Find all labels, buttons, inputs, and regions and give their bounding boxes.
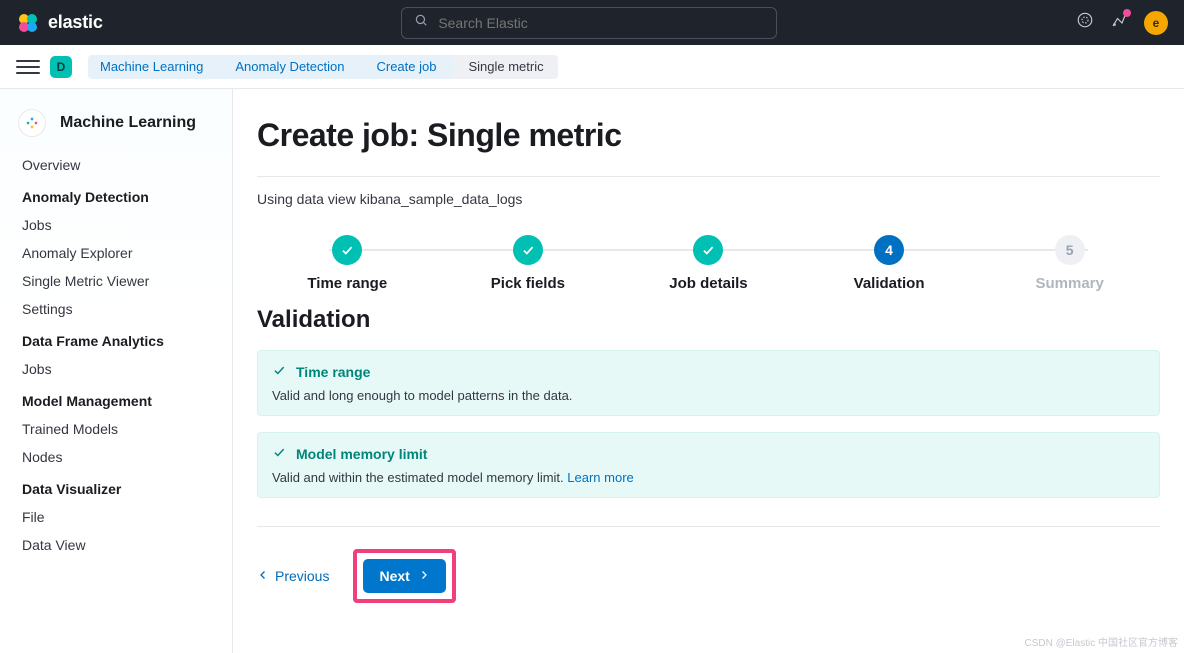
side-nav-header: Machine Learning (0, 109, 232, 151)
callout-time-range: Time range Valid and long enough to mode… (257, 350, 1160, 416)
sidebar-group-model-management: Model Management (0, 383, 232, 415)
sidebar-item-anomaly-explorer[interactable]: Anomaly Explorer (0, 239, 232, 267)
user-avatar[interactable]: e (1144, 11, 1168, 35)
sidebar-item-file[interactable]: File (0, 503, 232, 531)
wizard-nav: Previous Next (257, 549, 1160, 603)
step-label: Summary (1035, 275, 1103, 292)
brand-name: elastic (48, 12, 103, 33)
data-view-text: Using data view kibana_sample_data_logs (257, 191, 1160, 207)
breadcrumb-single-metric: Single metric (450, 55, 557, 79)
sidebar-item-jobs[interactable]: Jobs (0, 211, 232, 239)
sidebar-item-trained-models[interactable]: Trained Models (0, 415, 232, 443)
watermark: CSDN @Elastic 中国社区官方博客 (1025, 634, 1179, 649)
nav-toggle-button[interactable] (16, 55, 40, 79)
step-circle: 5 (1055, 235, 1085, 265)
callout-header: Time range (272, 363, 1145, 380)
avatar-letter: e (1153, 16, 1160, 30)
divider (257, 526, 1160, 527)
check-icon (272, 445, 286, 462)
previous-label: Previous (275, 568, 329, 584)
breadcrumb-label: Create job (376, 59, 436, 74)
callout-body: Valid and long enough to model patterns … (272, 388, 1145, 403)
elastic-logo-icon (16, 11, 40, 35)
callout-header: Model memory limit (272, 445, 1145, 462)
step-label: Job details (669, 275, 747, 292)
step-summary: 5 Summary (979, 235, 1160, 292)
breadcrumb-label: Machine Learning (100, 59, 203, 74)
step-circle (693, 235, 723, 265)
newsfeed-icon[interactable] (1110, 11, 1128, 34)
step-circle (332, 235, 362, 265)
main-content: Create job: Single metric Using data vie… (233, 89, 1184, 653)
step-time-range[interactable]: Time range (257, 235, 438, 292)
side-nav: Machine Learning Overview Anomaly Detect… (0, 89, 233, 653)
breadcrumb-label: Single metric (468, 59, 543, 74)
callout-body-text: Valid and within the estimated model mem… (272, 470, 567, 485)
section-title: Validation (257, 306, 1160, 334)
breadcrumb: Machine Learning Anomaly Detection Creat… (88, 55, 558, 79)
next-button-highlight: Next (353, 549, 455, 603)
search-icon (414, 13, 428, 32)
chevron-left-icon (257, 568, 269, 584)
sidebar-group-data-visualizer: Data Visualizer (0, 471, 232, 503)
sidebar-item-single-metric-viewer[interactable]: Single Metric Viewer (0, 267, 232, 295)
previous-button[interactable]: Previous (257, 568, 329, 584)
step-job-details[interactable]: Job details (618, 235, 799, 292)
page-title: Create job: Single metric (257, 117, 1160, 154)
step-circle (513, 235, 543, 265)
search-input[interactable] (438, 15, 764, 31)
brand-logo[interactable]: elastic (16, 11, 103, 35)
global-header: elastic e (0, 0, 1184, 45)
breadcrumb-anomaly-detection[interactable]: Anomaly Detection (217, 55, 358, 79)
sidebar-group-anomaly-detection: Anomaly Detection (0, 179, 232, 211)
page-body: Machine Learning Overview Anomaly Detect… (0, 89, 1184, 653)
sidebar-item-data-view[interactable]: Data View (0, 531, 232, 559)
step-label: Validation (854, 275, 925, 292)
global-search-wrap (115, 7, 1064, 39)
chevron-right-icon (418, 568, 430, 584)
step-label: Time range (307, 275, 387, 292)
side-nav-title: Machine Learning (60, 114, 196, 132)
step-circle: 4 (874, 235, 904, 265)
callout-title: Model memory limit (296, 446, 427, 462)
next-label: Next (379, 568, 409, 584)
callout-body: Valid and within the estimated model mem… (272, 470, 1145, 485)
sidebar-item-dfa-jobs[interactable]: Jobs (0, 355, 232, 383)
sidebar-item-settings[interactable]: Settings (0, 295, 232, 323)
step-pick-fields[interactable]: Pick fields (438, 235, 619, 292)
sidebar-item-nodes[interactable]: Nodes (0, 443, 232, 471)
ml-app-icon (18, 109, 46, 137)
callout-model-memory-limit: Model memory limit Valid and within the … (257, 432, 1160, 498)
breadcrumb-bar: D Machine Learning Anomaly Detection Cre… (0, 45, 1184, 89)
header-actions: e (1076, 11, 1168, 35)
global-search[interactable] (401, 7, 777, 39)
space-letter: D (57, 60, 66, 74)
callout-title: Time range (296, 364, 370, 380)
learn-more-link[interactable]: Learn more (567, 470, 633, 485)
help-icon[interactable] (1076, 11, 1094, 34)
breadcrumb-create-job[interactable]: Create job (358, 55, 450, 79)
check-icon (272, 363, 286, 380)
step-label: Pick fields (491, 275, 565, 292)
breadcrumb-ml[interactable]: Machine Learning (88, 55, 217, 79)
sidebar-group-data-frame-analytics: Data Frame Analytics (0, 323, 232, 355)
wizard-stepper: Time range Pick fields Job details 4 Val… (257, 235, 1160, 292)
sidebar-item-overview[interactable]: Overview (0, 151, 232, 179)
notification-dot-icon (1123, 9, 1131, 17)
space-selector[interactable]: D (50, 56, 72, 78)
step-validation[interactable]: 4 Validation (799, 235, 980, 292)
next-button[interactable]: Next (363, 559, 445, 593)
divider (257, 176, 1160, 177)
breadcrumb-label: Anomaly Detection (235, 59, 344, 74)
